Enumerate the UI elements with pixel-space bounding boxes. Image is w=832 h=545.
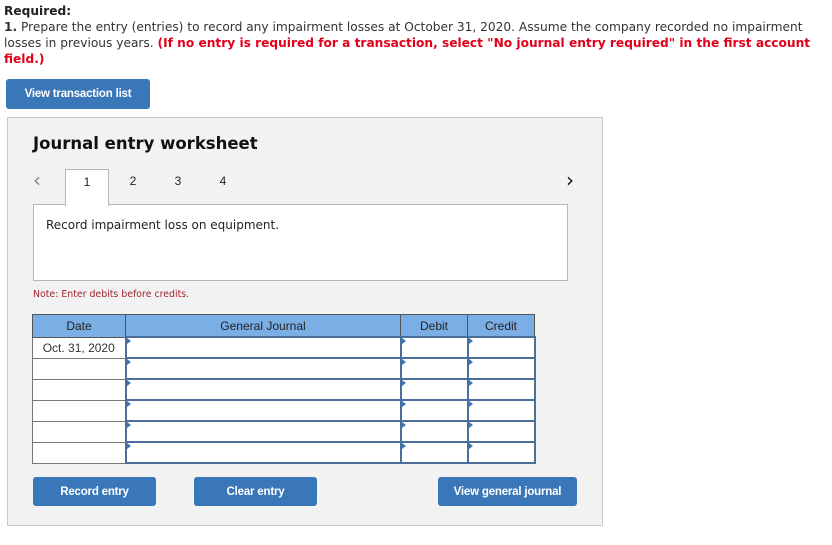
account-cell[interactable] bbox=[124, 336, 402, 359]
dropdown-marker-icon bbox=[126, 422, 131, 428]
debit-credit-note: Note: Enter debits before credits. bbox=[33, 289, 190, 300]
account-input[interactable] bbox=[126, 359, 400, 378]
debit-input[interactable] bbox=[401, 443, 467, 462]
date-cell bbox=[32, 357, 126, 380]
transaction-description: Record impairment loss on equipment. bbox=[46, 218, 280, 232]
record-entry-button[interactable]: Record entry bbox=[33, 477, 156, 506]
transaction-description-box: Record impairment loss on equipment. bbox=[33, 204, 568, 281]
table-row bbox=[32, 378, 536, 401]
debit-input[interactable] bbox=[401, 422, 467, 441]
credit-input[interactable] bbox=[468, 422, 534, 441]
debit-input[interactable] bbox=[401, 401, 467, 420]
debit-header: Debit bbox=[400, 314, 468, 338]
credit-cell[interactable] bbox=[466, 399, 536, 422]
input-marker-icon bbox=[401, 443, 406, 449]
table-row bbox=[32, 420, 536, 443]
debit-cell[interactable] bbox=[399, 336, 469, 359]
chevron-right-icon[interactable]: › bbox=[566, 170, 574, 190]
account-input[interactable] bbox=[126, 443, 400, 462]
debit-cell[interactable] bbox=[399, 441, 469, 464]
credit-cell[interactable] bbox=[466, 420, 536, 443]
credit-input[interactable] bbox=[468, 380, 534, 399]
dropdown-marker-icon bbox=[126, 401, 131, 407]
date-cell bbox=[32, 420, 126, 443]
credit-cell[interactable] bbox=[466, 441, 536, 464]
required-heading: Required: bbox=[4, 4, 72, 18]
input-marker-icon bbox=[468, 443, 473, 449]
table-row bbox=[32, 399, 536, 422]
journal-entry-worksheet: Journal entry worksheet ‹ › 1 2 3 4 Reco… bbox=[7, 117, 603, 526]
date-cell: Oct. 31, 2020 bbox=[32, 336, 126, 359]
general-journal-header: General Journal bbox=[125, 314, 401, 338]
credit-cell[interactable] bbox=[466, 336, 536, 359]
tab-2[interactable]: 2 bbox=[111, 169, 155, 203]
date-cell bbox=[32, 441, 126, 464]
input-marker-icon bbox=[401, 359, 406, 365]
account-input[interactable] bbox=[126, 338, 400, 357]
credit-cell[interactable] bbox=[466, 357, 536, 380]
credit-input[interactable] bbox=[468, 338, 534, 357]
credit-cell[interactable] bbox=[466, 378, 536, 401]
table-row bbox=[32, 357, 536, 380]
dropdown-marker-icon bbox=[126, 443, 131, 449]
input-marker-icon bbox=[468, 422, 473, 428]
debit-input[interactable] bbox=[401, 359, 467, 378]
input-marker-icon bbox=[468, 359, 473, 365]
input-marker-icon bbox=[401, 380, 406, 386]
worksheet-title: Journal entry worksheet bbox=[33, 134, 258, 153]
table-row bbox=[32, 441, 536, 464]
dropdown-marker-icon bbox=[126, 359, 131, 365]
required-instructions: Required: 1. Prepare the entry (entries)… bbox=[4, 3, 830, 67]
chevron-left-icon[interactable]: ‹ bbox=[33, 170, 41, 190]
debit-cell[interactable] bbox=[399, 420, 469, 443]
input-marker-icon bbox=[401, 401, 406, 407]
journal-header-row: Date General Journal Debit Credit bbox=[32, 314, 535, 338]
dropdown-marker-icon bbox=[126, 380, 131, 386]
input-marker-icon bbox=[468, 338, 473, 344]
tab-1[interactable]: 1 bbox=[65, 169, 109, 206]
credit-input[interactable] bbox=[468, 359, 534, 378]
account-cell[interactable] bbox=[124, 441, 402, 464]
credit-input[interactable] bbox=[468, 443, 534, 462]
input-marker-icon bbox=[401, 422, 406, 428]
account-input[interactable] bbox=[126, 401, 400, 420]
debit-cell[interactable] bbox=[399, 357, 469, 380]
credit-input[interactable] bbox=[468, 401, 534, 420]
view-transaction-list-button[interactable]: View transaction list bbox=[6, 79, 150, 109]
account-cell[interactable] bbox=[124, 420, 402, 443]
input-marker-icon bbox=[468, 380, 473, 386]
view-general-journal-button[interactable]: View general journal bbox=[438, 477, 577, 506]
account-input[interactable] bbox=[126, 422, 400, 441]
tab-3[interactable]: 3 bbox=[156, 169, 200, 203]
account-cell[interactable] bbox=[124, 378, 402, 401]
date-header: Date bbox=[32, 314, 126, 338]
journal-table: Date General Journal Debit Credit Oct. 3… bbox=[32, 314, 536, 464]
credit-header: Credit bbox=[467, 314, 535, 338]
debit-input[interactable] bbox=[401, 338, 467, 357]
requirement-number: 1. bbox=[4, 20, 18, 34]
account-cell[interactable] bbox=[124, 399, 402, 422]
date-cell bbox=[32, 378, 126, 401]
table-row: Oct. 31, 2020 bbox=[32, 336, 536, 359]
account-input[interactable] bbox=[126, 380, 400, 399]
debit-cell[interactable] bbox=[399, 399, 469, 422]
debit-input[interactable] bbox=[401, 380, 467, 399]
tab-4[interactable]: 4 bbox=[201, 169, 245, 203]
dropdown-marker-icon bbox=[126, 338, 131, 344]
input-marker-icon bbox=[401, 338, 406, 344]
clear-entry-button[interactable]: Clear entry bbox=[194, 477, 317, 506]
input-marker-icon bbox=[468, 401, 473, 407]
date-cell bbox=[32, 399, 126, 422]
debit-cell[interactable] bbox=[399, 378, 469, 401]
account-cell[interactable] bbox=[124, 357, 402, 380]
